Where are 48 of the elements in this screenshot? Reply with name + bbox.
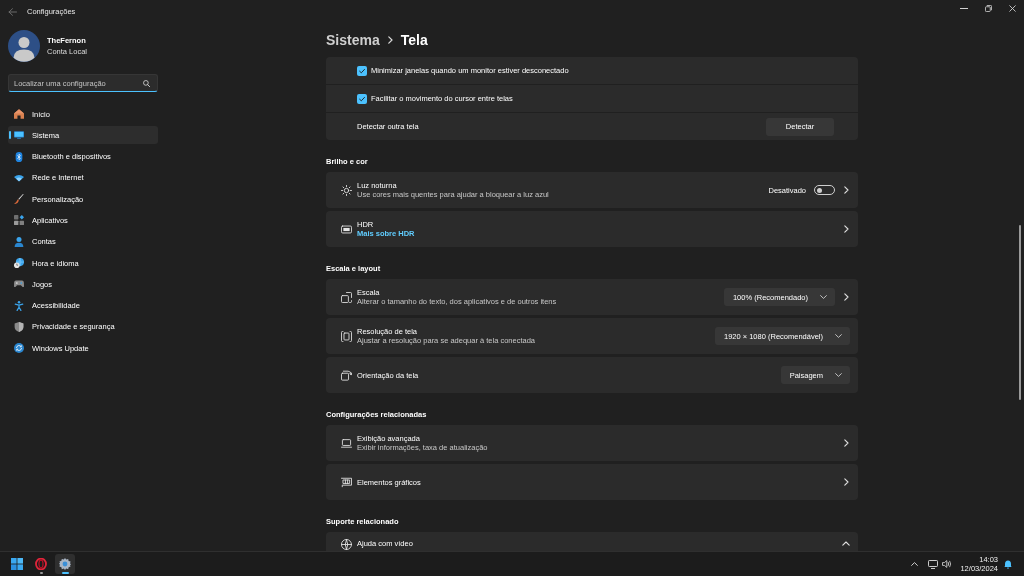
gamepad-icon bbox=[14, 279, 24, 290]
chevron-right-icon bbox=[844, 293, 849, 301]
page-title: Tela bbox=[400, 32, 428, 48]
scrollbar-thumb[interactable] bbox=[1019, 225, 1021, 400]
close-icon[interactable] bbox=[1008, 4, 1016, 12]
breadcrumb-link[interactable]: Sistema bbox=[326, 32, 380, 48]
bell-icon[interactable] bbox=[1004, 559, 1012, 569]
scale-icon bbox=[341, 291, 352, 303]
checkbox[interactable] bbox=[357, 93, 367, 104]
paintbrush-icon bbox=[14, 194, 24, 205]
chevron-down-icon bbox=[820, 295, 827, 299]
chevron-up-icon[interactable] bbox=[911, 562, 919, 566]
avatar-placeholder bbox=[8, 30, 40, 62]
accessibility-figure-icon bbox=[14, 300, 24, 311]
shield-icon bbox=[14, 321, 24, 332]
checkbox[interactable] bbox=[357, 65, 367, 76]
sun-icon bbox=[341, 184, 352, 196]
wifi-icon bbox=[14, 172, 24, 183]
resolution-icon bbox=[341, 330, 352, 342]
globe-clock-icon bbox=[14, 258, 24, 269]
person-icon bbox=[14, 236, 24, 247]
hdr-badge-icon bbox=[341, 223, 352, 235]
rotate-screen-icon bbox=[341, 369, 352, 381]
ring-app-icon bbox=[35, 558, 47, 570]
chevron-right-icon bbox=[844, 225, 849, 233]
chevron-down-icon bbox=[835, 334, 842, 338]
back-arrow-icon[interactable] bbox=[8, 8, 17, 16]
apps-grid-icon bbox=[14, 215, 24, 226]
house-icon bbox=[14, 109, 24, 119]
chevron-right-icon bbox=[844, 186, 849, 194]
restore-icon[interactable] bbox=[984, 4, 992, 12]
bluetooth-icon bbox=[14, 151, 24, 162]
sync-circle-icon bbox=[14, 343, 24, 354]
gear-icon bbox=[59, 558, 71, 570]
start-icon[interactable] bbox=[11, 558, 23, 570]
chevron-down-icon bbox=[835, 373, 842, 377]
chevron-right-icon bbox=[387, 36, 393, 44]
graphics-card-icon bbox=[341, 476, 352, 488]
monitor-icon bbox=[14, 130, 24, 141]
search-icon bbox=[143, 79, 150, 87]
laptop-icon bbox=[341, 437, 352, 449]
minimize-icon[interactable] bbox=[960, 7, 968, 9]
chevron-right-icon bbox=[844, 439, 849, 447]
globe-icon bbox=[341, 539, 352, 550]
taskbar-button[interactable] bbox=[55, 554, 75, 574]
chevron-right-icon bbox=[844, 478, 849, 486]
monitor-icon[interactable] bbox=[928, 559, 939, 569]
speaker-icon[interactable] bbox=[942, 560, 953, 568]
